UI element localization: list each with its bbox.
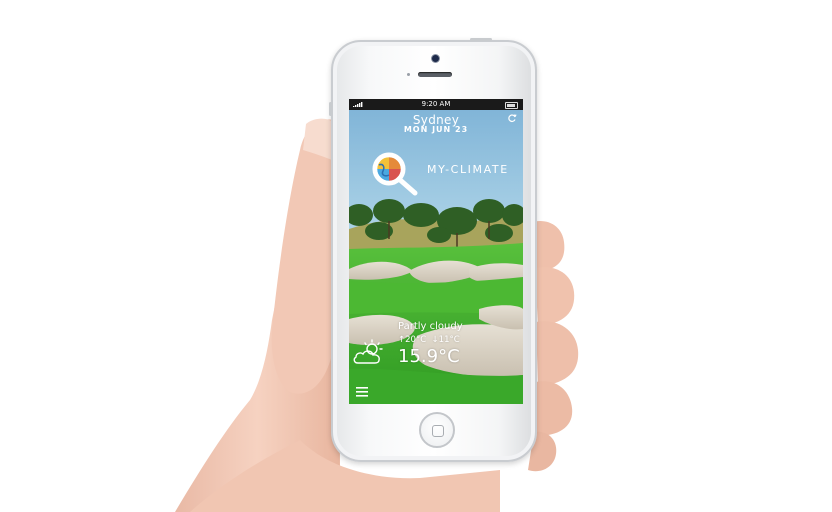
hamburger-menu-icon[interactable] — [356, 387, 368, 397]
front-camera — [432, 55, 439, 62]
proximity-sensor — [407, 73, 410, 76]
partly-cloudy-icon — [353, 339, 383, 364]
brand-logo-text: MY-CLIMATE — [427, 163, 509, 176]
low-arrow-icon: ↓ — [431, 335, 439, 345]
home-button[interactable] — [419, 412, 455, 448]
low-temp: 11°C — [438, 335, 460, 345]
power-button[interactable] — [470, 38, 492, 41]
battery-icon — [505, 102, 518, 109]
home-square-icon — [432, 425, 444, 437]
current-temperature: 15.9°C — [398, 346, 460, 367]
app-screen: 9:20 AM Sydney MON JUN 23 MY-CLIMATE Par… — [349, 99, 523, 404]
magnifier-logo-icon — [372, 152, 418, 196]
weather-condition: Partly cloudy — [398, 321, 463, 332]
date-label: MON JUN 23 — [403, 125, 469, 134]
high-low-temps: ↑20°C ↓11°C — [398, 335, 460, 345]
refresh-icon[interactable] — [507, 113, 517, 123]
status-bar: 9:20 AM — [349, 99, 523, 110]
volume-button[interactable] — [329, 102, 332, 116]
status-time: 9:20 AM — [421, 100, 451, 108]
earpiece-speaker — [418, 72, 452, 77]
high-temp: 20°C — [405, 335, 427, 345]
